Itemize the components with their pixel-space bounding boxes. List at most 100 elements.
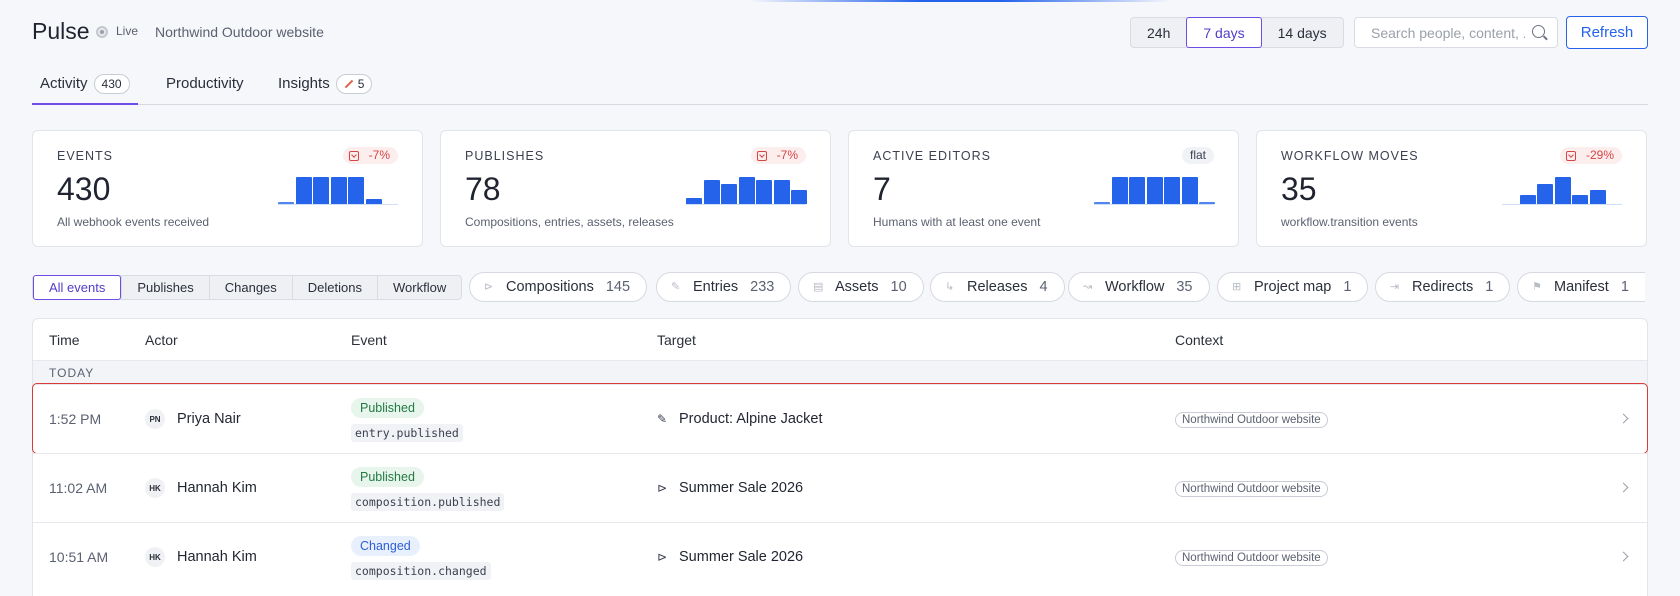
- metric-card-publishes: PUBLISHES 78 Compositions, entries, asse…: [440, 130, 831, 247]
- table-row[interactable]: 1:52 PM PN Priya Nair Published entry.pu…: [32, 383, 1648, 454]
- status-badge: Published: [351, 467, 424, 487]
- actor-name: Hannah Kim: [177, 480, 257, 496]
- filter-publishes[interactable]: Publishes: [121, 276, 208, 299]
- range-14-days-button[interactable]: 14 days: [1262, 18, 1343, 47]
- header: Pulse Live Northwind Outdoor website 24h…: [0, 0, 1680, 66]
- search-input[interactable]: [1355, 18, 1525, 47]
- sparkline: [278, 175, 398, 205]
- chevron-right-icon: [1618, 551, 1629, 562]
- filter-all-events[interactable]: All events: [33, 275, 122, 300]
- metric-card-events: EVENTS 430 All webhook events received -…: [32, 130, 423, 247]
- table-row[interactable]: 10:51 AM HK Hannah Kim Changed compositi…: [33, 522, 1647, 591]
- trend-down-icon: [756, 150, 767, 161]
- trend-badge: -29%: [1559, 147, 1622, 164]
- range-24h-button[interactable]: 24h: [1131, 18, 1186, 47]
- sitemap-icon: ⊞: [1232, 281, 1242, 293]
- chip-manifest[interactable]: ⚑ Manifest 1: [1517, 272, 1645, 302]
- magic-wand-icon: [344, 79, 353, 89]
- live-status-icon: [96, 26, 108, 38]
- sparkline-bar: [330, 177, 347, 204]
- column-header-actor[interactable]: Actor: [145, 332, 178, 348]
- actor-name: Priya Nair: [177, 411, 241, 427]
- tab-label: Insights: [278, 75, 330, 92]
- range-7-days-button[interactable]: 7 days: [1186, 17, 1262, 48]
- search-icon[interactable]: [1532, 25, 1545, 38]
- filter-changes[interactable]: Changes: [208, 276, 292, 299]
- trend-badge: -7%: [750, 147, 806, 164]
- composition-icon: ⊳: [657, 481, 668, 495]
- chip-compositions[interactable]: ⊳ Compositions 145: [469, 272, 648, 302]
- trend-badge: flat: [1181, 147, 1214, 164]
- metric-description: All webhook events received: [57, 215, 210, 229]
- metric-value: 430: [57, 171, 111, 207]
- context-tag: Northwind Outdoor website: [1175, 481, 1328, 497]
- release-icon: ↳: [945, 281, 955, 293]
- filter-workflow[interactable]: Workflow: [377, 276, 461, 299]
- filter-deletions[interactable]: Deletions: [291, 276, 377, 299]
- tab-activity[interactable]: Activity 430: [32, 66, 138, 105]
- metric-card-workflow-moves: WORKFLOW MOVES 35 workflow.transition ev…: [1256, 130, 1647, 247]
- composition-icon: ⊳: [484, 281, 494, 293]
- pencil-icon: ✎: [657, 412, 668, 426]
- column-header-time[interactable]: Time: [49, 332, 80, 348]
- target-name: Summer Sale 2026: [679, 549, 804, 565]
- metric-value: 78: [465, 171, 501, 207]
- trend-down-icon: [348, 150, 359, 161]
- activity-table: Time Actor Event Target Context TODAY 1:…: [32, 318, 1648, 596]
- event-time: 11:02 AM: [49, 480, 108, 496]
- actor-name: Hannah Kim: [177, 549, 257, 565]
- workflow-icon: ↝: [1083, 281, 1093, 293]
- metric-description: Humans with at least one event: [873, 215, 1041, 229]
- page-title: Pulse: [32, 18, 90, 44]
- live-label: Live: [116, 24, 139, 38]
- event-code: entry.published: [351, 424, 463, 442]
- target-name: Summer Sale 2026: [679, 480, 804, 496]
- metric-label: EVENTS: [57, 149, 114, 163]
- event-time: 1:52 PM: [49, 411, 102, 427]
- sparkline-bar: [1164, 177, 1180, 204]
- avatar: HK: [145, 478, 165, 498]
- sparkline: [1094, 175, 1215, 205]
- sparkline-bar: [703, 180, 720, 204]
- sparkline-bar: [1199, 202, 1215, 204]
- chip-workflow[interactable]: ↝ Workflow 35: [1068, 272, 1210, 302]
- sparkline-bar: [738, 177, 755, 204]
- metric-value: 7: [873, 171, 891, 207]
- sparkline-bar: [278, 202, 294, 204]
- chip-redirects[interactable]: ⇥ Redirects 1: [1375, 272, 1511, 302]
- chip-assets[interactable]: ▤ Assets 10: [798, 272, 924, 302]
- search-box: [1354, 17, 1558, 48]
- metric-description: workflow.transition events: [1281, 215, 1418, 229]
- event-time: 10:51 AM: [49, 549, 109, 565]
- table-row[interactable]: 11:02 AM HK Hannah Kim Published composi…: [33, 453, 1647, 522]
- tab-productivity[interactable]: Productivity: [166, 66, 244, 105]
- site-name: Northwind Outdoor website: [155, 24, 324, 40]
- event-code: composition.published: [351, 493, 505, 511]
- refresh-button[interactable]: Refresh: [1566, 16, 1648, 49]
- metric-value: 35: [1281, 171, 1317, 207]
- event-type-filter: All events Publishes Changes Deletions W…: [32, 275, 463, 300]
- chip-project-map[interactable]: ⊞ Project map 1: [1217, 272, 1369, 302]
- trend-badge: -7%: [342, 147, 398, 164]
- tab-count-badge: 430: [93, 74, 130, 94]
- column-header-target[interactable]: Target: [657, 332, 696, 348]
- metric-label: PUBLISHES: [465, 149, 545, 163]
- sparkline-bar: [686, 198, 702, 204]
- sparkline-bar: [1572, 195, 1588, 204]
- tab-count-badge: 5: [335, 74, 373, 94]
- metric-card-active-editors: ACTIVE EDITORS 7 Humans with at least on…: [848, 130, 1239, 247]
- sparkline-bar: [365, 199, 382, 204]
- sparkline-bar: [1146, 177, 1163, 204]
- chip-entries[interactable]: ✎ Entries 233: [656, 272, 792, 302]
- sparkline-bar: [295, 177, 312, 204]
- sparkline-bar: [1111, 177, 1128, 204]
- redirect-icon: ⇥: [1390, 281, 1400, 293]
- tab-insights[interactable]: Insights 5: [278, 66, 373, 105]
- chip-releases[interactable]: ↳ Releases 4: [930, 272, 1065, 302]
- sparkline-bar: [1554, 177, 1571, 204]
- column-header-event[interactable]: Event: [351, 332, 387, 348]
- context-tag: Northwind Outdoor website: [1175, 550, 1328, 566]
- sparkline-bar: [1181, 177, 1198, 204]
- column-header-context[interactable]: Context: [1175, 332, 1223, 348]
- sparkline-bar: [1589, 190, 1606, 204]
